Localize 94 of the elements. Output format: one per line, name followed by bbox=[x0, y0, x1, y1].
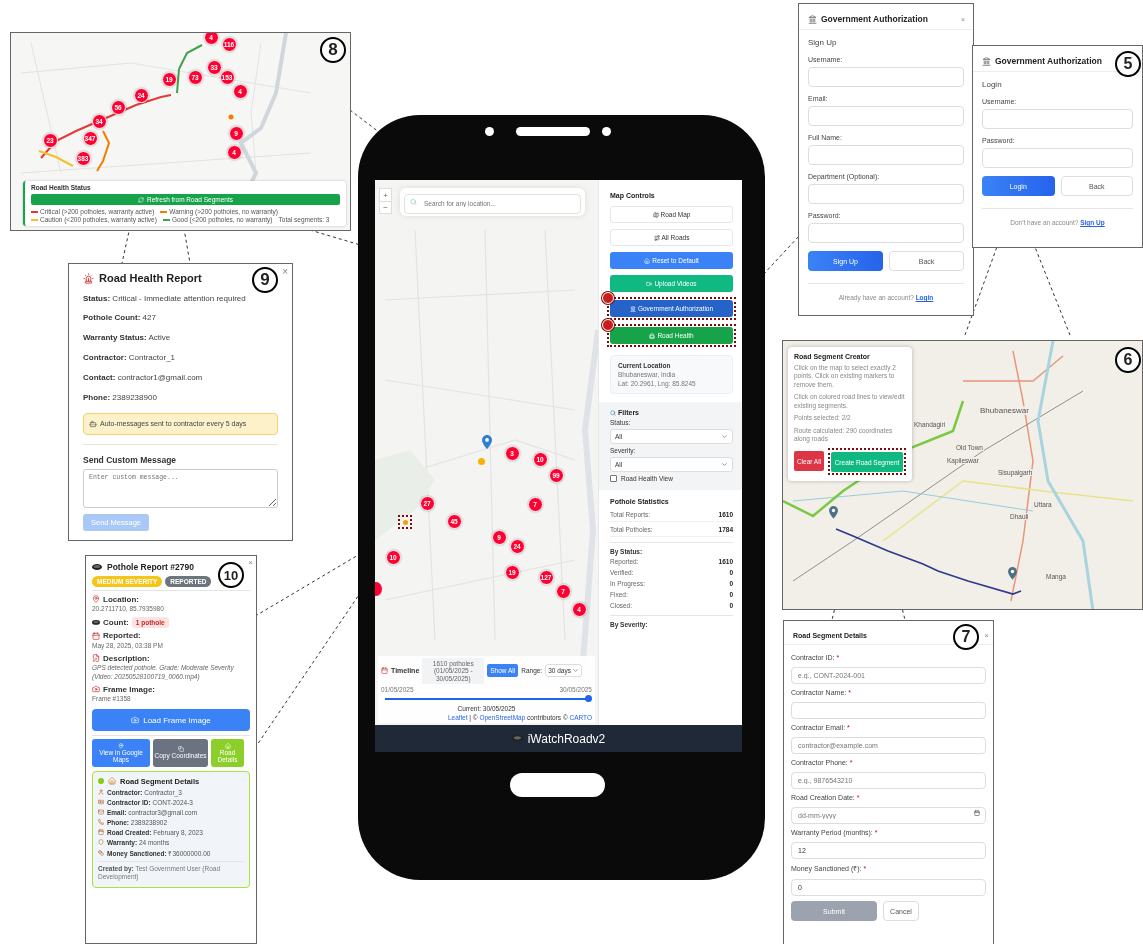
map-icon bbox=[652, 211, 659, 218]
section-title: Send Custom Message bbox=[83, 454, 178, 465]
person-icon bbox=[98, 789, 104, 796]
house-icon bbox=[644, 257, 651, 264]
field-label: Frame Image: bbox=[103, 684, 156, 694]
road-segment-line[interactable] bbox=[40, 94, 172, 159]
pothole-icon bbox=[92, 620, 100, 625]
form-heading: Sign Up bbox=[808, 38, 838, 47]
app-name: iWatchRoadv2 bbox=[527, 731, 606, 746]
dialog-title: Government Authorization bbox=[995, 56, 1102, 66]
field-label: Description: bbox=[103, 653, 150, 663]
coins-icon bbox=[98, 850, 104, 857]
pothole-dot bbox=[228, 114, 234, 120]
camera-icon bbox=[131, 716, 140, 725]
close-button[interactable]: × bbox=[282, 266, 288, 277]
checkbox[interactable] bbox=[610, 475, 617, 482]
input-field[interactable] bbox=[808, 184, 964, 204]
input-field[interactable] bbox=[982, 109, 1133, 129]
badge-icon bbox=[602, 319, 614, 331]
road-icon bbox=[653, 234, 660, 241]
report-field: Contact: contractor1@gmail.com bbox=[83, 373, 278, 384]
report-field: Warranty Status: Active bbox=[83, 333, 278, 344]
pothole-icon bbox=[511, 735, 523, 742]
edit-icon bbox=[92, 654, 100, 663]
calendar-icon bbox=[98, 829, 104, 836]
callout-number: 6 bbox=[1115, 347, 1141, 373]
callout-number: 7 bbox=[953, 624, 979, 650]
report-field: Status: Critical - Immediate attention required bbox=[83, 293, 278, 304]
close-button[interactable]: × bbox=[984, 631, 989, 640]
chevron-down-icon bbox=[571, 667, 579, 675]
route-line[interactable] bbox=[835, 528, 1022, 595]
road-segment-line[interactable] bbox=[96, 130, 111, 172]
refresh-icon bbox=[138, 196, 144, 203]
map-pin-icon bbox=[118, 742, 124, 749]
place-label: Bhubaneswar bbox=[979, 406, 1030, 415]
shield-icon bbox=[98, 839, 104, 846]
calendar-icon bbox=[974, 809, 980, 816]
id-card-icon bbox=[98, 799, 104, 806]
input-field[interactable] bbox=[808, 67, 964, 87]
landmark-icon bbox=[808, 14, 817, 24]
map-pin-icon bbox=[92, 595, 100, 603]
field-label: Location: bbox=[103, 594, 139, 604]
callout-number: 5 bbox=[1115, 51, 1141, 77]
pothole-icon bbox=[92, 564, 102, 570]
input-field[interactable] bbox=[808, 106, 964, 126]
report-field: Phone: 2389238900 bbox=[83, 392, 278, 404]
dialog-title: Road Health Report bbox=[99, 272, 202, 284]
home-button[interactable] bbox=[510, 773, 605, 797]
close-button[interactable]: × bbox=[248, 558, 253, 567]
road-segment-line[interactable] bbox=[38, 150, 74, 167]
field-label: Count: bbox=[103, 617, 129, 627]
dialog-title: Government Authorization bbox=[821, 14, 928, 24]
copy-icon bbox=[177, 746, 184, 753]
phone-icon bbox=[98, 819, 104, 826]
camera-icon bbox=[92, 685, 100, 694]
camera-dot bbox=[485, 127, 494, 136]
sensor-dot bbox=[602, 127, 611, 136]
road-segment-line[interactable] bbox=[178, 44, 203, 70]
chevron-down-icon bbox=[721, 461, 728, 468]
house-icon bbox=[108, 777, 116, 786]
video-icon bbox=[646, 280, 653, 287]
map-pin-icon bbox=[482, 435, 492, 449]
house-icon bbox=[224, 742, 231, 749]
input-field[interactable] bbox=[808, 223, 964, 243]
input-field[interactable] bbox=[982, 148, 1133, 168]
robot-icon bbox=[89, 419, 97, 428]
calendar-icon bbox=[92, 631, 100, 640]
road-segment-line[interactable] bbox=[176, 68, 180, 94]
search-icon bbox=[610, 409, 616, 416]
field-label: Reported: bbox=[103, 631, 141, 641]
dialog-title: Pothole Report #2790 bbox=[107, 562, 194, 572]
load-frame-button[interactable]: Load Frame Image bbox=[92, 709, 250, 732]
landmark-icon bbox=[982, 56, 991, 66]
report-field: Contractor: Contractor_1 bbox=[83, 353, 278, 364]
report-field: Pothole Count: 427 bbox=[83, 313, 278, 324]
landmark-icon bbox=[629, 305, 636, 312]
slider-thumb[interactable] bbox=[584, 695, 592, 702]
calendar-icon bbox=[381, 667, 388, 675]
siren-icon bbox=[83, 272, 94, 284]
pothole-dot bbox=[478, 458, 485, 465]
search-icon bbox=[410, 198, 417, 206]
input-field[interactable] bbox=[791, 702, 986, 719]
hospital-icon bbox=[649, 332, 656, 339]
callout-number: 9 bbox=[252, 267, 278, 293]
form-heading: Login bbox=[982, 80, 1003, 89]
map-pin-icon bbox=[1008, 567, 1017, 580]
pothole-dot[interactable] bbox=[402, 519, 408, 525]
callout-number: 8 bbox=[320, 37, 346, 63]
chevron-down-icon bbox=[721, 433, 728, 440]
badge-icon bbox=[602, 292, 614, 304]
mail-icon bbox=[98, 809, 104, 816]
map-pin-icon bbox=[829, 506, 838, 519]
input-field[interactable] bbox=[808, 145, 964, 165]
callout-number: 10 bbox=[218, 562, 244, 588]
